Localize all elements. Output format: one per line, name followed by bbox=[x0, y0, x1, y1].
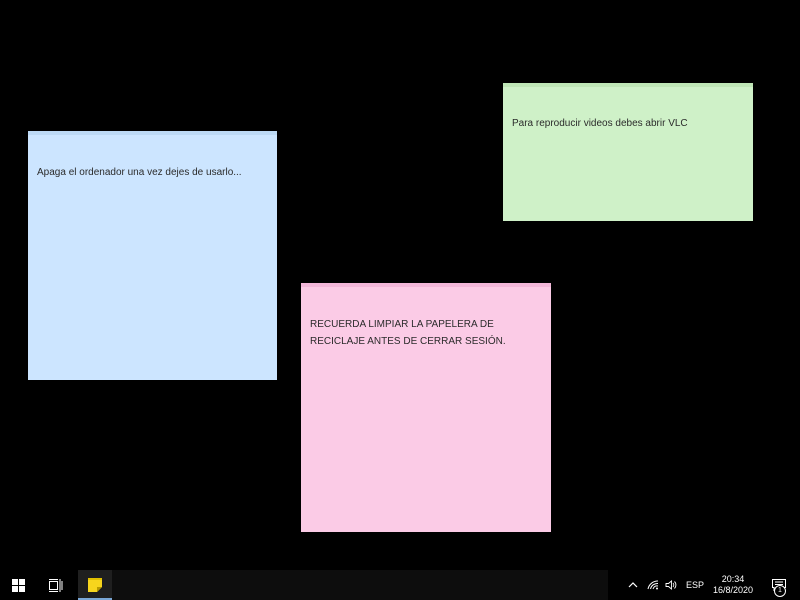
sticky-note-green[interactable]: Para reproducir videos debes abrir VLC bbox=[503, 83, 753, 221]
sticky-notes-icon bbox=[88, 578, 102, 592]
chevron-up-icon bbox=[628, 582, 638, 588]
taskbar-app-sticky-notes[interactable] bbox=[78, 570, 112, 600]
note-title-bar[interactable] bbox=[503, 83, 753, 87]
clock-date: 16/8/2020 bbox=[712, 585, 754, 595]
clock-time: 20:34 bbox=[721, 574, 745, 584]
network-button[interactable] bbox=[644, 570, 662, 600]
note-text[interactable]: Para reproducir videos debes abrir VLC bbox=[512, 115, 744, 132]
volume-button[interactable] bbox=[662, 570, 680, 600]
desktop: Apaga el ordenador una vez dejes de usar… bbox=[0, 0, 800, 570]
action-center-button[interactable]: 1 bbox=[764, 570, 794, 600]
input-language-button[interactable]: ESP bbox=[682, 570, 708, 600]
notification-count-badge: 1 bbox=[774, 585, 786, 597]
windows-logo-icon bbox=[11, 578, 25, 592]
task-view-icon bbox=[49, 578, 63, 592]
show-hidden-icons-button[interactable] bbox=[625, 570, 641, 600]
note-text[interactable]: RECUERDA LIMPIAR LA PAPELERA DE RECICLAJ… bbox=[310, 316, 542, 350]
note-text[interactable]: Apaga el ordenador una vez dejes de usar… bbox=[37, 164, 268, 181]
start-button[interactable] bbox=[0, 570, 36, 600]
taskbar: ESP 20:34 16/8/2020 1 bbox=[0, 570, 800, 600]
note-title-bar[interactable] bbox=[28, 131, 277, 135]
task-view-button[interactable] bbox=[38, 570, 74, 600]
wifi-icon bbox=[647, 580, 659, 590]
taskbar-empty-area[interactable] bbox=[112, 570, 608, 600]
sticky-note-blue[interactable]: Apaga el ordenador una vez dejes de usar… bbox=[28, 131, 277, 380]
sticky-note-pink[interactable]: RECUERDA LIMPIAR LA PAPELERA DE RECICLAJ… bbox=[301, 283, 551, 532]
clock-button[interactable]: 20:34 16/8/2020 bbox=[708, 570, 758, 600]
note-title-bar[interactable] bbox=[301, 283, 551, 287]
speaker-icon bbox=[665, 580, 677, 590]
